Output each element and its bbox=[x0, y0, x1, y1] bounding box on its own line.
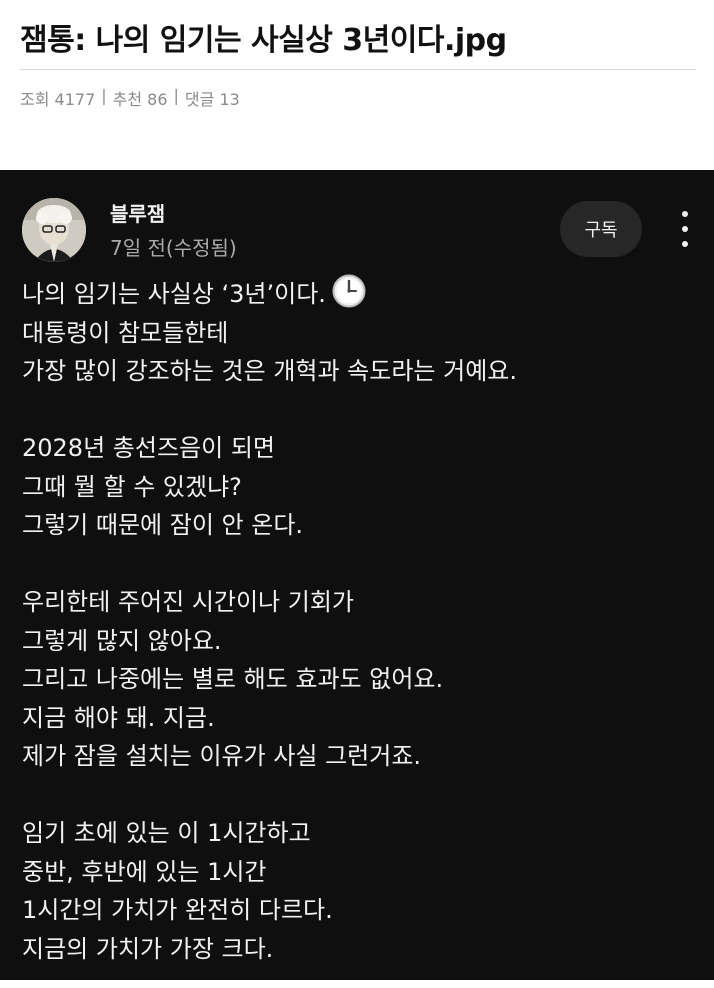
post-title: 잼통: 나의 임기는 사실상 3년이다.jpg bbox=[20, 0, 696, 70]
post-meta: 조회 4177 | 추천 86 | 댓글 13 bbox=[20, 86, 696, 110]
avatar-photo-icon bbox=[22, 198, 86, 262]
comment-count[interactable]: 댓글 13 bbox=[185, 86, 240, 110]
body-line: 그렇기 때문에 잠이 안 온다. bbox=[22, 511, 304, 539]
body-line: 제가 잠을 설치는 이유가 사실 그런거죠. bbox=[22, 742, 422, 770]
more-dot bbox=[682, 211, 688, 217]
body-line: 임기 초에 있는 이 1시간하고 bbox=[22, 819, 311, 847]
paragraph: 우리한테 주어진 시간이나 기회가 그렇게 많지 않아요. 그리고 나중에는 별… bbox=[22, 583, 692, 776]
clock-face-icon bbox=[332, 274, 366, 308]
view-count: 조회 4177 bbox=[20, 90, 96, 109]
body-line: 1시간의 가치가 완전히 다르다. bbox=[22, 896, 333, 924]
author-avatar[interactable] bbox=[22, 198, 86, 262]
body-line: 그렇게 많지 않아요. bbox=[22, 626, 222, 655]
author-name[interactable]: 블루잼 bbox=[110, 198, 165, 227]
post-time: 7일 전(수정됨) bbox=[110, 236, 237, 260]
subscribe-button[interactable]: 구독 bbox=[560, 201, 642, 257]
body-line: 가장 많이 강조하는 것은 개혁과 속도라는 거예요. bbox=[22, 357, 518, 385]
body-line: 2028년 총선즈음이 되면 bbox=[22, 434, 275, 462]
body-line: 그때 뭘 할 수 있겠냐? bbox=[22, 472, 242, 501]
meta-separator: | bbox=[101, 86, 107, 105]
body-line: 중반, 후반에 있는 1시간 bbox=[22, 857, 267, 886]
meta-separator: | bbox=[173, 86, 179, 105]
paragraph: 나의 임기는 사실상 ‘3년’이다. 대통령이 참모들한테 가장 많이 강조하는… bbox=[22, 274, 692, 391]
post-header: 잼통: 나의 임기는 사실상 3년이다.jpg 조회 4177 | 추천 86 … bbox=[20, 0, 696, 110]
body-line: 대통령이 참모들한테 bbox=[22, 318, 229, 347]
more-dot bbox=[682, 241, 688, 247]
body-line: 그리고 나중에는 별로 해도 효과도 없어요. bbox=[22, 665, 444, 693]
body-line: 나의 임기는 사실상 ‘3년’이다. bbox=[22, 274, 692, 314]
recommend-count: 추천 86 bbox=[112, 90, 168, 109]
paragraph: 2028년 총선즈음이 되면 그때 뭘 할 수 있겠냐? 그렇기 때문에 잠이 … bbox=[22, 429, 692, 545]
body-line: 우리한테 주어진 시간이나 기회가 bbox=[22, 588, 355, 616]
more-options-icon[interactable] bbox=[672, 211, 698, 247]
body-line-text: 나의 임기는 사실상 ‘3년’이다. bbox=[22, 280, 326, 308]
paragraph: 임기 초에 있는 이 1시간하고 중반, 후반에 있는 1시간 1시간의 가치가… bbox=[22, 814, 692, 968]
community-post-screenshot: 블루잼 7일 전(수정됨) 구독 나의 임기는 사실상 ‘3년’이다. 대통령이… bbox=[0, 170, 714, 980]
more-dot bbox=[682, 226, 688, 232]
body-line: 지금 해야 돼. 지금. bbox=[22, 703, 215, 732]
body-line: 지금의 가치가 가장 크다. bbox=[22, 934, 274, 963]
post-body: 나의 임기는 사실상 ‘3년’이다. 대통령이 참모들한테 가장 많이 강조하는… bbox=[22, 274, 692, 988]
